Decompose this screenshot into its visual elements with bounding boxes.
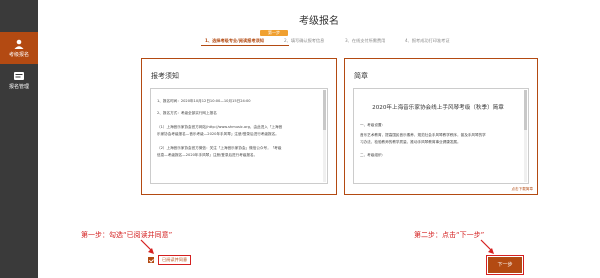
page-title: 考级报名 — [299, 16, 339, 27]
sidebar-item-exam-registration[interactable]: 考级报名 — [0, 32, 38, 64]
sidebar-item-label: 考级报名 — [8, 51, 29, 58]
notice-line: 乐家协会考级报名—音乐考级—2020年手风琴」注册/登录后进行考级报名。 — [157, 132, 279, 136]
next-button[interactable]: 下一步 — [486, 255, 524, 275]
arrow-down-icon — [140, 239, 154, 254]
card-icon — [14, 71, 24, 80]
rules-heading: 2020年上海音乐家协会线上手风琴考级（秋季）简章 — [372, 105, 504, 111]
step-4: 4、报考成功打印准考证 — [405, 38, 450, 43]
arrow-down-icon — [480, 239, 494, 254]
agree-label[interactable]: 已阅读并同意 — [158, 255, 192, 265]
sidebar: 考级报名 报名管理 — [0, 0, 38, 278]
notice-line: 信息—考级报名—2020年手风琴」注册/登录后进行考级报名。 — [157, 153, 258, 157]
step-3: 3、在线支付所需费用 — [345, 38, 386, 43]
person-icon — [14, 39, 24, 49]
agree-checkbox-row[interactable]: 已阅读并同意 — [148, 255, 192, 265]
rules-scrollbar[interactable] — [524, 90, 527, 182]
annotation-step1: 第一步：勾选“已阅读并同意” — [81, 231, 173, 239]
notice-line: （1）上海音乐家协会官方网站(http://www.shmusic.org，由此… — [157, 125, 283, 129]
notice-scrollbar[interactable] — [323, 90, 326, 182]
active-step-underline — [201, 45, 289, 46]
rules-panel: 简章 2020年上海音乐家协会线上手风琴考级（秋季）简章 一、考级设置： 音乐艺… — [344, 58, 538, 195]
step-badge: 第一步 — [260, 30, 288, 36]
rules-content[interactable]: 2020年上海音乐家协会线上手风琴考级（秋季）简章 一、考级设置： 音乐艺术教育… — [353, 88, 529, 184]
rules-panel-title: 简章 — [354, 72, 368, 80]
rules-line: 一、考级设置： — [360, 123, 386, 127]
notice-line: 1、报名时间：2020年10月12日10:00—10月15日24:00 — [157, 99, 251, 103]
rules-line: 音乐艺术教育，提高国民音乐素养，规范社会手风琴教学秩序，普及手风琴的学 — [360, 133, 486, 137]
notice-panel-title: 报考须知 — [151, 72, 179, 80]
notice-content[interactable]: 1、报名时间：2020年10月12日10:00—10月15日24:00 2、报名… — [150, 88, 328, 184]
rules-line: 习办法，检验教师的教学质量，推动手风琴教育事业健康发展。 — [360, 140, 461, 144]
agree-checkbox[interactable] — [148, 257, 154, 263]
main-content: 考级报名 第一步 1、选择考级专业/阅读报考须知 2、填写确认报考信息 3、在线… — [38, 0, 600, 278]
annotation-step2: 第二步：点击“下一步” — [414, 231, 485, 239]
sidebar-item-label: 报名管理 — [8, 83, 29, 90]
download-rules-link[interactable]: 点击下载简章 — [511, 187, 533, 192]
step-1: 1、选择考级专业/阅读报考须知 — [205, 38, 264, 43]
step-2: 2、填写确认报考信息 — [284, 38, 325, 43]
notice-line: （2）上海音乐家协会官方微信：关注「上海音乐家协会」微信公众号，「考级 — [157, 146, 282, 150]
step-progress: 1、选择考级专业/阅读报考须知 2、填写确认报考信息 3、在线支付所需费用 4、… — [38, 37, 600, 45]
rules-line: 二、考级组织： — [360, 153, 386, 157]
scrollbar-thumb[interactable] — [524, 90, 527, 130]
sidebar-item-registration-management[interactable]: 报名管理 — [0, 64, 38, 96]
page: 考级报名 报名管理 考级报名 第一步 1、选择考级专业/阅读报考须知 2、填写确… — [0, 0, 600, 278]
scrollbar-thumb[interactable] — [323, 90, 326, 130]
notice-line: 2、报名方式：考级全部实行网上报名 — [157, 111, 217, 115]
notice-panel: 报考须知 1、报名时间：2020年10月12日10:00—10月15日24:00… — [141, 58, 337, 195]
